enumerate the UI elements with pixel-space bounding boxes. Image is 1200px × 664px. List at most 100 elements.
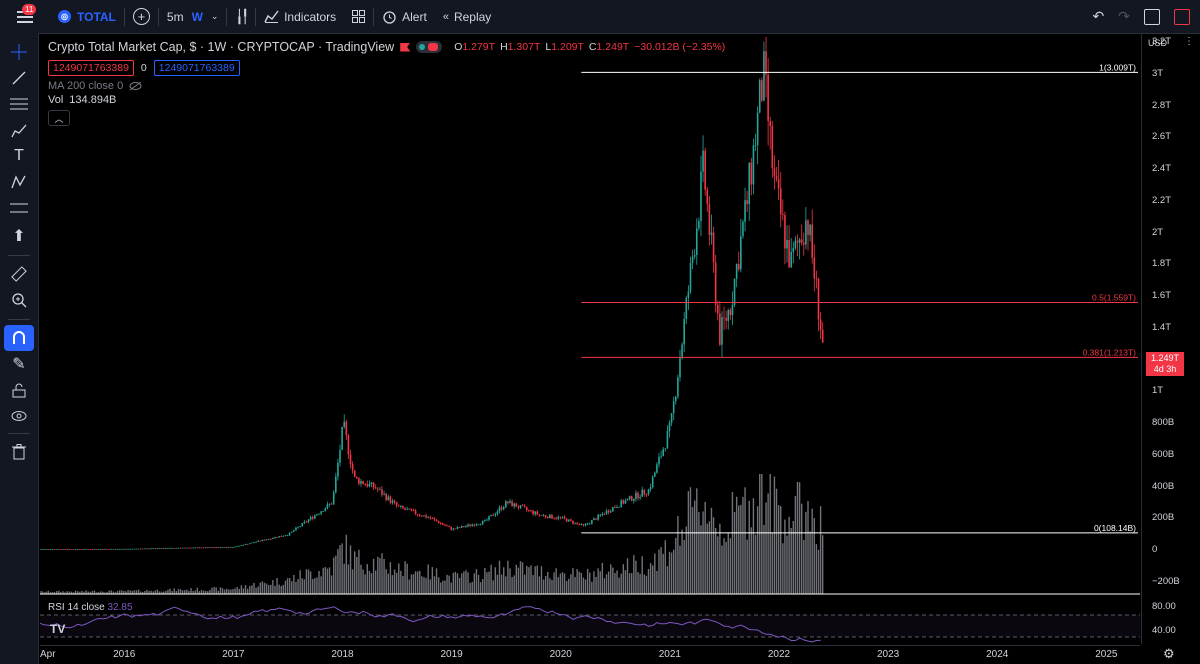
eye-icon[interactable] [4,403,34,429]
candle-body [177,547,180,549]
candle-body [318,513,320,515]
candle-body [345,421,348,436]
replay-button[interactable]: « Replay [435,0,499,33]
candle-body [645,494,648,495]
chart-legend: Crypto Total Market Cap, $ · 1W · CRYPTO… [48,38,725,126]
candle-body [674,396,677,402]
interval-selector[interactable]: 5m W ⌄ [159,0,227,33]
price-tick-label: 600B [1152,448,1175,460]
volume-bar [328,567,331,594]
zoom-in-icon[interactable] [4,287,34,313]
volume-bar [532,575,534,594]
volume-bar [372,558,375,594]
candle-body [114,548,117,550]
interval-5m[interactable]: 5m [167,10,184,24]
chart-title[interactable]: Crypto Total Market Cap, $ · 1W · CRYPTO… [48,40,394,54]
volume-bar [526,565,528,594]
chart-type-button[interactable]: ╽╿ [227,0,255,33]
templates-button[interactable] [344,0,373,33]
volume-bar [345,534,348,594]
prediction-tool-icon[interactable] [4,195,34,221]
candle-body [742,221,744,237]
candle-body [309,516,312,520]
buy-button[interactable]: 1249071763389 [153,60,240,76]
eye-off-icon[interactable] [129,81,142,91]
compare-button[interactable]: + [125,0,158,33]
lock-pencil-icon[interactable]: ✎ [4,351,34,377]
volume-bar [209,589,211,594]
candle-body [817,278,820,320]
chart-settings-icon[interactable]: ⚙ [1163,646,1175,662]
volume-legend[interactable]: Vol 134.894B [48,94,725,106]
volume-bar [672,549,675,594]
volume-bar [288,577,291,594]
fib-retracement[interactable]: 1(3.009T) 0.5(1.559T) 0.381(1.213T) 0(108.1… [581,62,1138,534]
candle-body [672,401,675,414]
magnet-icon[interactable] [4,325,34,351]
candle-body [368,483,371,487]
volume-bar [278,584,280,594]
pattern-tool-icon[interactable] [4,169,34,195]
ruler-icon[interactable] [4,261,34,287]
lock-icon[interactable] [4,377,34,403]
candle-body [553,518,555,520]
price-scale[interactable]: USD ⋮ 3.2T 3T 2.8T 2.6T 2.4T 2.2T 2T 1.8T 1.6T 1.… [1141,34,1200,644]
candle-body [792,247,795,252]
layout-icon[interactable] [1144,8,1160,25]
settings-icon[interactable]: ⋮ [1184,36,1194,47]
candle-body [679,358,681,378]
flag-icon[interactable] [400,42,411,52]
menu-button[interactable]: 11 [0,0,50,33]
volume-bar [370,573,373,594]
crosshair-tool-icon[interactable] [4,39,34,65]
volume-bar [186,589,188,594]
text-tool-icon[interactable]: T [4,143,34,169]
rsi-legend[interactable]: RSI 14 close 32.85 [48,602,133,613]
candle-body [761,80,763,101]
trend-line-tool-icon[interactable] [4,65,34,91]
symbol-search-button[interactable]: ◎ TOTAL [50,0,124,33]
tradingview-app: 11 ◎ TOTAL + 5m W ⌄ ╽╿ Indicators Alert … [0,0,1200,664]
candle-body [219,547,222,548]
trash-icon[interactable] [4,439,34,465]
candle-body [397,505,400,507]
volume-bar [576,569,578,594]
candle-body [677,377,679,397]
volume-bar [255,587,257,594]
candle-body [500,507,503,510]
undo-icon[interactable]: ↶ [1093,8,1105,25]
collapse-legend-button[interactable]: ︿ [48,110,70,126]
volume-bar [536,565,538,594]
volume-bar [368,570,371,594]
candle-body [91,549,94,550]
candle-body [45,549,48,550]
time-tick-label: 2023 [877,649,900,660]
volume-bar [110,590,112,594]
redo-icon[interactable]: ↷ [1118,8,1130,25]
candle-body [505,501,507,508]
candle-body [735,263,738,279]
brush-tool-icon[interactable] [4,117,34,143]
fib-tool-icon[interactable] [4,91,34,117]
chevron-down-icon[interactable]: ⌄ [211,11,219,22]
volume-bar [475,569,478,594]
market-status-icon[interactable] [416,41,443,53]
candle-body [66,549,68,550]
indicators-button[interactable]: Indicators [256,0,344,33]
ma-legend[interactable]: MA 200 close 0 [48,80,725,92]
fullscreen-icon[interactable] [1174,8,1190,25]
volume-bar [740,504,742,594]
candle-body [366,484,369,487]
tradingview-logo[interactable]: TV [50,622,65,636]
volume-bar [242,588,245,594]
sell-button[interactable]: 1249071763389 [48,60,134,76]
volume-bar [717,536,719,594]
candle-body [423,515,425,517]
interval-week[interactable]: W [192,10,203,24]
divider [8,255,30,256]
alert-button[interactable]: Alert [374,0,435,33]
volume-bar [553,572,555,594]
time-axis[interactable]: Apr 2016 2017 2018 2019 2020 2021 2022 2023 2024 2… [40,645,1140,664]
arrow-up-icon[interactable]: ⬆ [4,223,34,249]
candle-body [765,51,767,75]
